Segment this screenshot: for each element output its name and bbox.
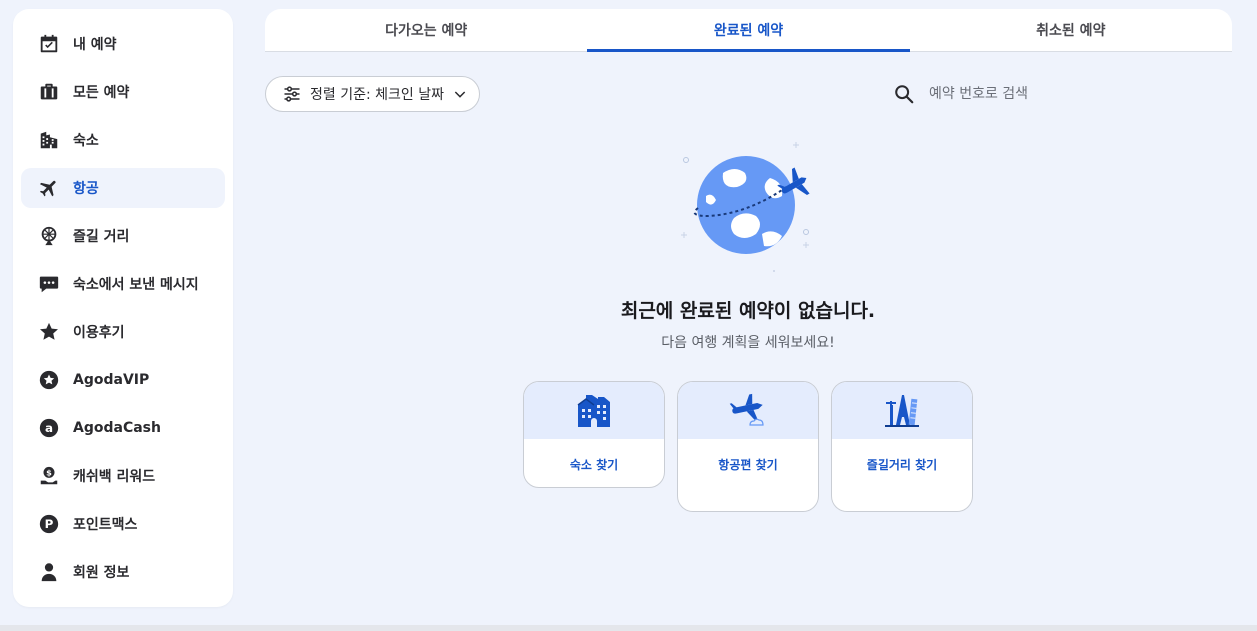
find-flights-card[interactable]: 항공편 찾기 [677,381,819,512]
sidebar-item-reviews[interactable]: 이용후기 [21,312,225,352]
flight-icon [729,393,764,426]
sidebar-item-label: 숙소 [73,133,99,149]
star-icon [37,320,61,344]
card-icon-area [524,382,664,439]
sliders-icon [284,86,300,102]
agoda-cash-icon: a [37,416,61,440]
vip-star-badge-icon [37,368,61,392]
sidebar-item-label: 회원 정보 [73,565,130,581]
find-properties-card[interactable]: 숙소 찾기 [523,381,665,488]
sidebar: 내 예약 모든 예약 숙소 항공 즐길 거리 숙소에서 보낸 메시지 이용후기 … [13,9,233,607]
search-input[interactable] [929,86,1129,102]
empty-state-subtitle: 다음 여행 계획을 세워보세요! [661,335,835,351]
building-icon [37,128,61,152]
sidebar-item-pointsmax[interactable]: P 포인트맥스 [21,504,225,544]
card-label: 즐길거리 찾기 [866,458,938,472]
svg-text:a: a [45,421,53,435]
person-icon [37,560,61,584]
sidebar-item-properties[interactable]: 숙소 [21,120,225,160]
hotel-icon [577,394,610,427]
sidebar-item-all-bookings[interactable]: 모든 예약 [21,72,225,112]
airplane-icon [37,176,61,200]
bottom-divider [0,625,1257,631]
sidebar-item-label: 숙소에서 보낸 메시지 [73,277,199,293]
globe-airplane-illustration [681,142,810,272]
ferris-wheel-icon [37,224,61,248]
sidebar-item-my-bookings[interactable]: 내 예약 [21,24,225,64]
sort-dropdown[interactable]: 정렬 기준: 체크인 날짜 [265,76,480,112]
tab-cancelled[interactable]: 취소된 예약 [910,9,1232,51]
chat-bubble-icon [37,272,61,296]
sidebar-item-agoda-vip[interactable]: AgodaVIP [21,360,225,400]
empty-state-title: 최근에 완료된 예약이 없습니다. [620,300,876,322]
booking-search [893,80,1143,108]
sidebar-item-messages[interactable]: 숙소에서 보낸 메시지 [21,264,225,304]
sidebar-item-cashback[interactable]: $ 캐쉬백 리워드 [21,456,225,496]
search-icon[interactable] [893,83,915,105]
sidebar-item-flights[interactable]: 항공 [21,168,225,208]
booking-tabs: 다가오는 예약 완료된 예약 취소된 예약 [265,9,1232,52]
sidebar-item-label: 즐길 거리 [73,229,130,245]
card-icon-area [678,382,818,439]
tab-upcoming[interactable]: 다가오는 예약 [265,9,587,51]
sidebar-item-label: 포인트맥스 [73,517,138,533]
find-activities-card[interactable]: 즐길거리 찾기 [831,381,973,512]
sidebar-item-label: AgodaVIP [73,372,150,388]
sidebar-item-agoda-cash[interactable]: a AgodaCash [21,408,225,448]
briefcase-icon [37,80,61,104]
sidebar-item-label: 내 예약 [73,37,117,53]
svg-text:P: P [45,517,54,531]
card-label: 항공편 찾기 [718,458,778,472]
sidebar-item-activities[interactable]: 즐길 거리 [21,216,225,256]
sidebar-item-label: 캐쉬백 리워드 [73,469,156,485]
cashback-hand-icon: $ [37,464,61,488]
tab-completed[interactable]: 완료된 예약 [587,9,910,52]
landmarks-icon [885,394,919,427]
card-icon-area [832,382,972,439]
pointsmax-p-icon: P [37,512,61,536]
sidebar-item-label: 항공 [73,181,99,197]
sidebar-item-label: 이용후기 [73,325,125,341]
sidebar-item-profile[interactable]: 회원 정보 [21,552,225,592]
sort-label: 정렬 기준: 체크인 날짜 [310,87,444,103]
svg-text:$: $ [46,468,52,478]
card-label: 숙소 찾기 [569,458,619,472]
sidebar-item-label: AgodaCash [73,420,161,436]
sidebar-item-label: 모든 예약 [73,85,130,101]
chevron-down-icon [454,91,466,98]
calendar-check-icon [37,32,61,56]
